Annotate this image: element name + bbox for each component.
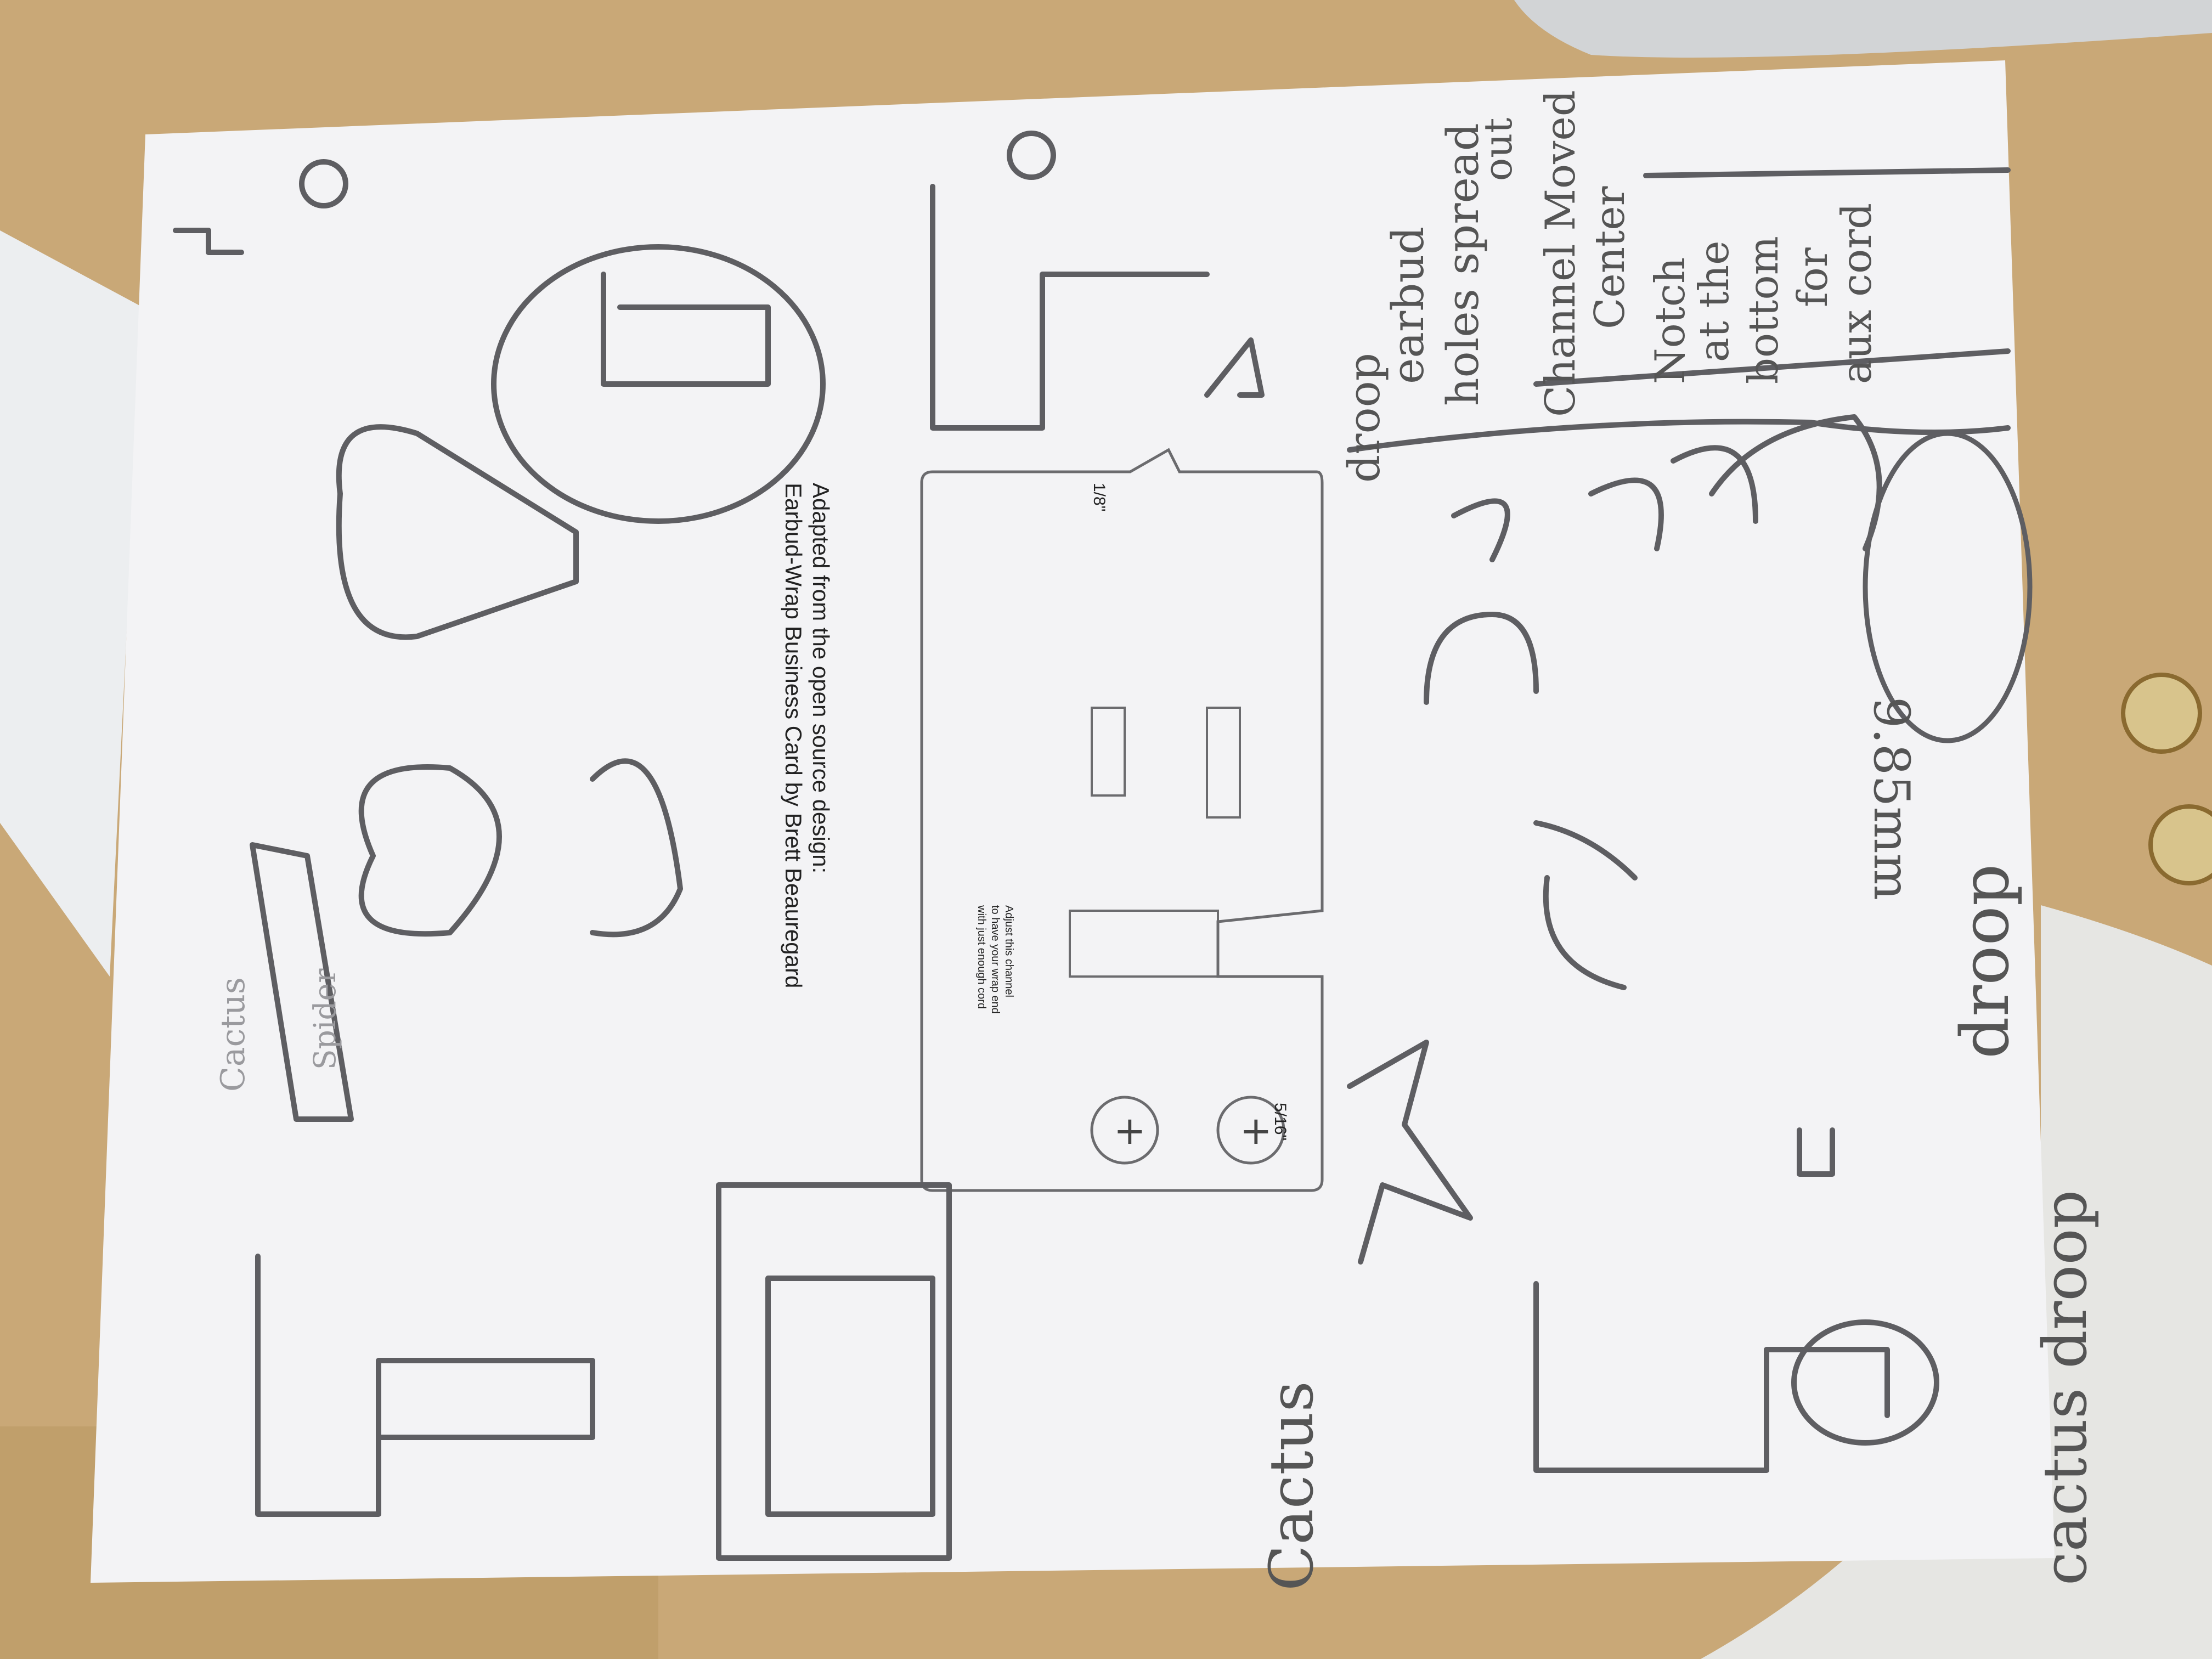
channel-note-3: with just enough cord xyxy=(975,905,988,1009)
stamp-sticker xyxy=(2148,804,2212,885)
note-notch-5: aux cord xyxy=(1832,202,1881,384)
channel-note-1: Adjust this channel xyxy=(1003,905,1015,997)
note-earbud-1: earbud xyxy=(1383,226,1434,384)
note-notch-3: bottom xyxy=(1739,236,1787,384)
plus-mark: + xyxy=(1240,1108,1272,1153)
dimension-1-8: 1/8" xyxy=(1090,483,1108,512)
credit-line-1: Adapted from the open source design: xyxy=(808,483,834,874)
note-channel-2: Center xyxy=(1585,186,1634,329)
note-earbud-3: out xyxy=(1476,117,1521,181)
channel-note-2: to have your wrap end xyxy=(989,905,1001,1014)
plus-mark: + xyxy=(1114,1108,1146,1153)
note-cactus-droop: cactus droop xyxy=(2030,1189,2100,1585)
note-notch-2: at the xyxy=(1690,240,1738,362)
dimension-5-16: 5/16" xyxy=(1271,1103,1289,1141)
credit-line-2: Earbud-Wrap Business Card by Brett Beaur… xyxy=(781,483,806,989)
note-notch-4: for xyxy=(1788,247,1837,307)
note-notch-1: Notch xyxy=(1646,257,1694,384)
stamp-sticker xyxy=(2121,673,2202,754)
note-side-2: Spider xyxy=(307,968,342,1070)
note-channel-1: Channel Moved xyxy=(1536,90,1584,417)
note-droop-top: droop xyxy=(1948,864,2024,1059)
note-cactus: Cactus xyxy=(1256,1381,1327,1591)
note-measurement: 9.85mm xyxy=(1863,697,1920,901)
note-side-1: Cactus xyxy=(214,977,252,1092)
